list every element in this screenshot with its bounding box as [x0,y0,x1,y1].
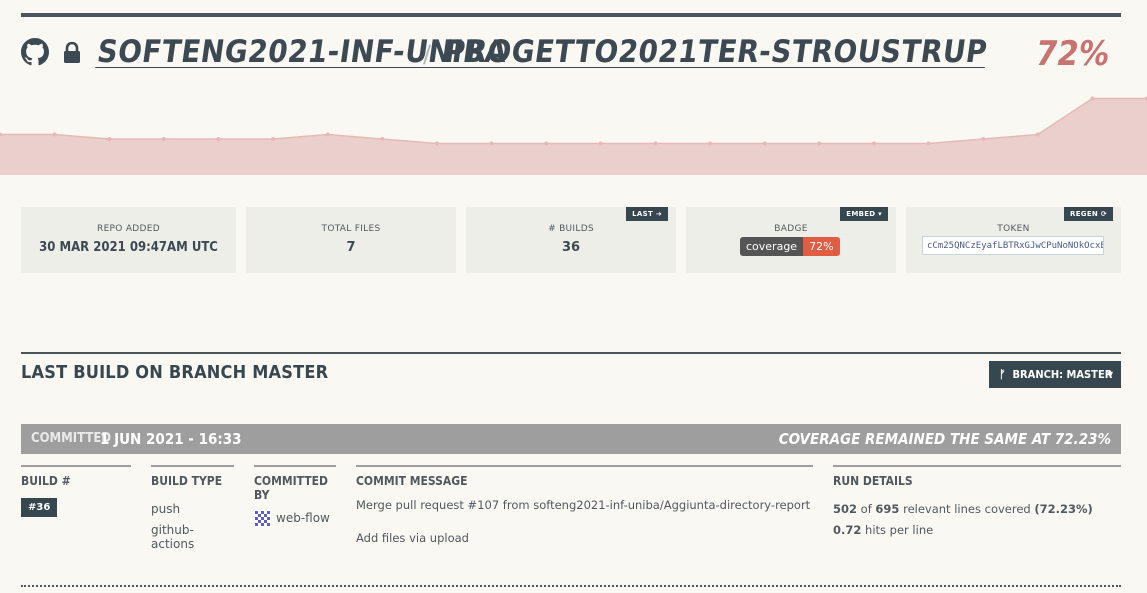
stat-total-files: TOTAL FILES 7 [246,207,456,273]
column-header: COMMITTED BY [254,465,336,502]
regen-label: REGEN [1070,210,1099,218]
column-header: RUN DETAILS [833,465,1121,488]
column-header: BUILD TYPE [151,465,234,488]
repo-name-link[interactable]: PROGETTO2021TER-STROUSTRUP [442,34,989,70]
github-icon[interactable] [21,38,49,66]
section-dotted-rule [21,585,1121,587]
build-type-column: BUILD TYPE push github-actions [151,465,234,551]
column-header: COMMIT MESSAGE [356,465,813,488]
of-word: of [860,502,872,516]
section-rule [21,352,1121,354]
branch-label: BRANCH: MASTER [1012,368,1113,381]
coverage-status: COVERAGE REMAINED THE SAME AT 72.23% [778,430,1111,448]
embed-label: EMBED [846,210,876,218]
sparkline-point [52,132,57,137]
committer-name[interactable]: web-flow [276,511,330,525]
badge-right: 72% [803,237,840,256]
build-num-column: BUILD # #36 [21,465,131,517]
column-header: BUILD # [21,465,131,488]
last-build-label: LAST [632,210,654,218]
stat-value: 30 MAR 2021 09:47AM UTC [39,240,218,255]
hits-per-line: 0.72 hits per line [833,523,1121,537]
total-count: 695 [875,502,900,516]
sparkline-point [380,137,385,141]
repo-header: SOFTENG2021-INF-UNIBA / PROGETTO2021TER-… [21,30,1121,76]
coverage-sparkline [0,96,1147,175]
sparkline-point [325,132,330,137]
sparkline-point [1090,96,1095,101]
sparkline-point [817,141,822,146]
top-rule [21,13,1121,17]
sparkline-point [1035,132,1040,137]
sparkline-point [216,137,221,141]
commit-message-line: Merge pull request #107 from softeng2021… [356,498,811,512]
sparkline-point [544,141,549,146]
stat-label: REPO ADDED [97,224,160,234]
commit-message-line: Add files via upload [356,531,469,545]
stat-repo-added: REPO ADDED 30 MAR 2021 09:47AM UTC [21,207,236,273]
refresh-icon: ⟳ [1100,210,1107,218]
embed-button[interactable]: EMBED ▾ [840,207,888,221]
lock-icon [64,42,80,63]
covered-text: relevant lines covered [903,502,1031,516]
sparkline-point [762,141,767,146]
sparkline-line [0,97,1147,145]
sparkline-point [708,141,713,146]
caret-down-icon: ▼ [1107,370,1113,379]
run-details-column: RUN DETAILS 502 of 695 relevant lines co… [833,465,1121,537]
repo-separator: / [423,40,432,68]
sparkline-point [926,141,931,146]
covered-percent: (72.23%) [1034,502,1093,516]
sparkline-point [161,137,166,141]
sparkline-point [981,137,986,141]
coverage-percent: 72% [1032,34,1113,74]
sparkline-point [871,141,876,146]
stat-value: 7 [346,240,356,255]
sparkline-point [489,141,494,146]
coverage-badge: coverage 72% [740,237,840,256]
last-build-button[interactable]: LAST ➔ [626,207,668,221]
build-type-value: push [151,502,181,516]
stat-label: TOTAL FILES [321,224,381,234]
badge-left: coverage [740,237,804,256]
stat-label: TOKEN [997,224,1030,234]
commit-bar: COMMITTED 1 JUN 2021 - 16:33 COVERAGE RE… [21,424,1121,454]
hits-text: hits per line [865,523,934,537]
sparkline-point [107,137,112,141]
arrow-right-icon: ➔ [655,210,662,218]
stat-token: REGEN ⟳ TOKEN cCm25QNCzEyafLBTRxGJwCPuNo… [906,207,1121,273]
stat-label: # BUILDS [548,224,594,234]
commit-message-column: COMMIT MESSAGE Merge pull request #107 f… [356,465,813,545]
stat-label: BADGE [774,224,808,234]
sparkline-points [0,96,1147,146]
hits-value: 0.72 [833,523,862,537]
regen-button[interactable]: REGEN ⟳ [1064,207,1113,221]
lines-covered: 502 of 695 relevant lines covered (72.23… [833,502,1121,516]
stat-builds: LAST ➔ # BUILDS 36 [466,207,676,273]
sparkline-point [653,141,658,146]
section-title: LAST BUILD ON BRANCH MASTER [21,362,329,383]
sparkline-point [598,141,603,146]
sparkline-area [0,98,1147,175]
branch-icon: ᚠ [999,368,1006,381]
token-field[interactable]: cCm25QNCzEyafLBTRxGJwCPuNoNOkOcxE [922,236,1104,255]
branch-selector-button[interactable]: ᚠ BRANCH: MASTER ▼ [989,361,1121,388]
stat-value: 36 [561,240,581,255]
stat-badge: EMBED ▾ BADGE coverage 72% [686,207,896,273]
avatar [254,510,271,527]
sparkline-point [271,137,276,141]
committed-by-column: COMMITTED BY web-flow [254,465,336,527]
build-number-link[interactable]: #36 [21,498,58,517]
sparkline-point [434,141,439,146]
caret-down-icon: ▾ [878,210,882,218]
build-type-service: github-actions [151,523,195,551]
covered-count: 502 [833,502,858,516]
committed-date: 1 JUN 2021 - 16:33 [100,430,242,448]
